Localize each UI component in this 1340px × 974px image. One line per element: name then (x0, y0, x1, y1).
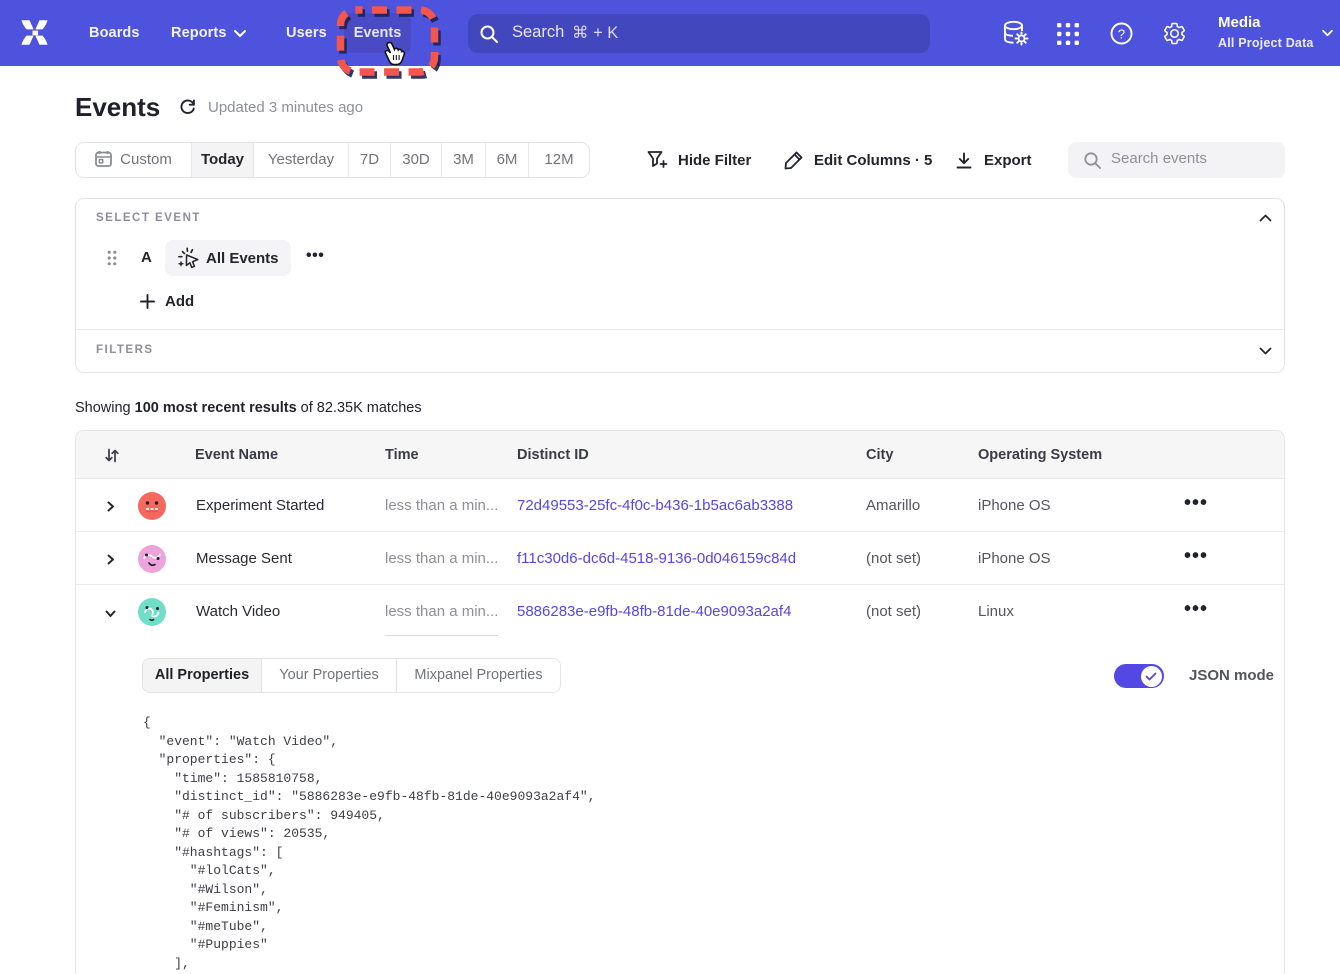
svg-text:?: ? (1118, 26, 1125, 41)
